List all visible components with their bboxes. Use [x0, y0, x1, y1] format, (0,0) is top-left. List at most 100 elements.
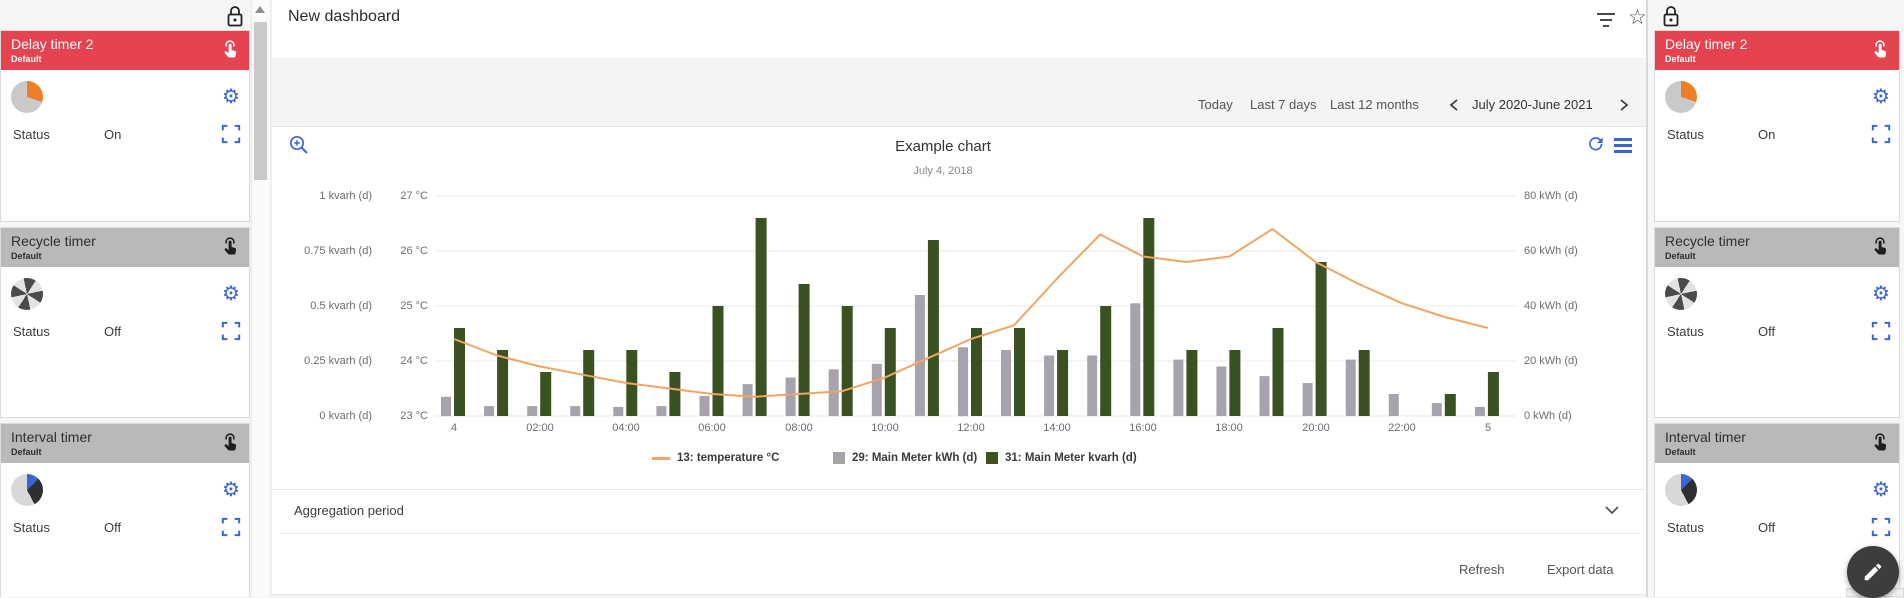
aggregation-period-label[interactable]: Aggregation period — [294, 503, 404, 518]
x-axis-tick-label: 06:00 — [698, 422, 726, 434]
period-prev-icon[interactable] — [1448, 98, 1460, 112]
period-next-icon[interactable] — [1618, 98, 1630, 112]
bar-kwh — [1216, 366, 1227, 416]
card-title: Recycle timer — [1665, 233, 1750, 249]
touch-icon[interactable] — [219, 236, 241, 258]
axis-tick-label: 25 °C — [400, 300, 428, 312]
axis-tick-label: 23 °C — [400, 410, 428, 422]
bar-kvarh — [798, 284, 810, 416]
gear-icon[interactable]: ⚙ — [1869, 478, 1893, 502]
legend-item-kvarh[interactable]: 31: Main Meter kvarh (d) — [986, 452, 1137, 464]
filter-icon[interactable] — [1596, 13, 1616, 29]
touch-icon[interactable] — [1869, 39, 1891, 61]
dashboard-app: { "header": { "title": "New dashboard" }… — [0, 0, 1904, 598]
touch-icon[interactable] — [219, 39, 241, 61]
axis-tick-label: 0.5 kvarh (d) — [310, 300, 372, 312]
export-data-button[interactable]: Export data — [1547, 562, 1614, 577]
delay-timer-icon — [1665, 81, 1697, 113]
card-header: Recycle timer Default — [1655, 228, 1899, 267]
bar-kvarh — [497, 350, 509, 416]
bar-kwh — [1130, 303, 1141, 416]
status-value: Off — [1758, 520, 1776, 535]
status-label: Status — [13, 520, 50, 535]
legend-item-kwh[interactable]: 29: Main Meter kWh (d) — [833, 452, 977, 464]
period-label[interactable]: July 2020-June 2021 — [1472, 97, 1593, 112]
gear-icon[interactable]: ⚙ — [1869, 282, 1893, 306]
status-label: Status — [1667, 324, 1704, 339]
chevron-down-icon[interactable] — [1604, 504, 1620, 516]
range-7days-button[interactable]: Last 7 days — [1250, 97, 1317, 112]
fullscreen-icon[interactable] — [1871, 517, 1891, 537]
recycle-timer-icon — [1665, 278, 1697, 310]
bar-kvarh — [971, 328, 982, 416]
widget-card-delay-timer: Delay timer 2 Default ⚙ Status On — [1654, 30, 1900, 222]
card-header: Delay timer 2 Default — [1655, 31, 1899, 70]
range-today-button[interactable]: Today — [1198, 97, 1233, 112]
fullscreen-icon[interactable] — [1871, 321, 1891, 341]
fullscreen-icon[interactable] — [221, 124, 241, 144]
card-subtitle: Default — [11, 251, 42, 261]
range-12months-button[interactable]: Last 12 months — [1330, 97, 1419, 112]
widget-card-recycle-timer: Recycle timer Default ⚙ Status Off — [1654, 227, 1900, 418]
status-value: Off — [1758, 324, 1776, 339]
x-axis-tick-label: 14:00 — [1043, 422, 1071, 434]
axis-tick-label: 0.75 kvarh (d) — [304, 245, 372, 257]
x-axis-tick-label: 22:00 — [1388, 422, 1416, 434]
zoom-in-icon[interactable] — [288, 134, 310, 156]
bar-kwh — [699, 395, 710, 416]
refresh-button[interactable]: Refresh — [1459, 562, 1505, 577]
gear-icon[interactable]: ⚙ — [219, 85, 243, 109]
gear-icon[interactable]: ⚙ — [219, 282, 243, 306]
bar-kwh — [1431, 403, 1442, 416]
axis-tick-label: 0.25 kvarh (d) — [304, 355, 372, 367]
fullscreen-icon[interactable] — [1871, 124, 1891, 144]
lock-icon[interactable] — [1660, 4, 1682, 29]
bar-kwh — [656, 406, 667, 416]
bar-kvarh — [1272, 328, 1284, 416]
bar-kwh — [527, 406, 538, 416]
status-value: Off — [104, 324, 122, 339]
axis-tick-label: 0 kWh (d) — [1524, 410, 1572, 422]
bar-kwh — [613, 406, 624, 416]
x-axis-tick-label: 12:00 — [957, 422, 985, 434]
chart-menu-icon[interactable] — [1614, 138, 1632, 156]
chart-refresh-icon[interactable] — [1586, 134, 1606, 154]
card-header: Interval timer Default — [1, 424, 249, 463]
bar-kvarh — [1014, 328, 1025, 416]
bar-kvarh — [1315, 262, 1327, 416]
bar-kvarh — [1100, 306, 1112, 416]
gear-icon[interactable]: ⚙ — [1869, 85, 1893, 109]
bar-kvarh — [1057, 350, 1069, 416]
scrollbar-thumb[interactable] — [254, 22, 267, 180]
bar-kvarh — [583, 350, 595, 416]
page-title: New dashboard — [288, 8, 401, 25]
fullscreen-icon[interactable] — [221, 321, 241, 341]
bar-kwh — [742, 384, 753, 416]
edit-fab-button[interactable] — [1847, 546, 1899, 598]
status-value: On — [104, 127, 122, 142]
bar-kvarh — [841, 306, 853, 416]
favorite-star-icon[interactable]: ☆ — [1628, 7, 1647, 29]
axis-tick-label: 80 kWh (d) — [1524, 190, 1578, 202]
widget-card-delay-timer: Delay timer 2 Default ⚙ Status On — [0, 30, 250, 222]
divider — [272, 489, 1646, 490]
bar-kwh — [441, 396, 451, 417]
touch-icon[interactable] — [1869, 432, 1891, 454]
fullscreen-icon[interactable] — [221, 517, 241, 537]
bar-kvarh — [1229, 350, 1241, 416]
bar-kvarh — [927, 240, 939, 416]
legend-item-temperature[interactable]: 13: temperature °C — [652, 452, 779, 464]
touch-icon[interactable] — [1869, 236, 1891, 258]
card-subtitle: Default — [11, 54, 42, 64]
legend-label: 13: temperature °C — [677, 452, 780, 464]
bar-kwh — [958, 347, 968, 417]
delay-timer-icon — [11, 81, 43, 113]
lock-icon[interactable] — [224, 4, 246, 29]
bar-kvarh — [712, 306, 724, 416]
touch-icon[interactable] — [219, 432, 241, 454]
gear-icon[interactable]: ⚙ — [219, 478, 243, 502]
bar-kvarh — [884, 328, 896, 416]
scroll-up-arrow[interactable] — [255, 6, 265, 13]
x-axis-tick-label: 04:00 — [612, 422, 640, 434]
interval-timer-icon — [11, 474, 43, 506]
